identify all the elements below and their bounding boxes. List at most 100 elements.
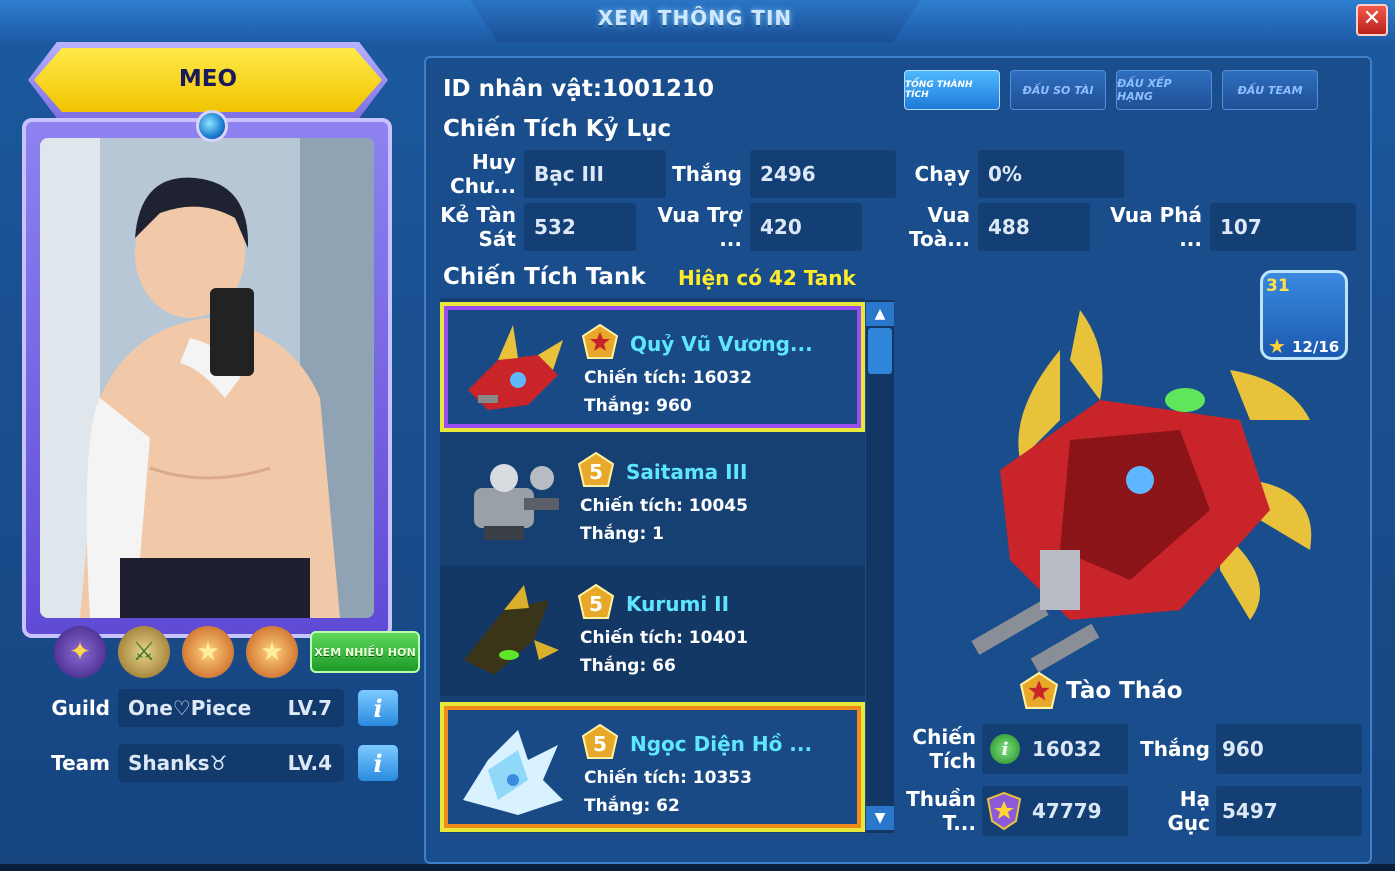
tank-stars: 12/16 [1292,338,1340,356]
tank-wins: Thắng: 62 [584,796,680,816]
stat-destroy-value: 107 [1210,203,1356,251]
medal-row: ✦ ⚔ ★ ★ XEM NHIỀU HƠN [54,626,420,678]
stat-destroy-label: Vua Phá ... [1110,203,1202,251]
tank-wins: Thắng: 1 [580,524,664,544]
team-row: Team Shanks♉ LV.4 i [40,743,398,783]
team-label: Team [51,751,110,775]
list-item[interactable]: 5 Kurumi II Chiến tích: 10401 Thắng: 66 [440,566,865,696]
list-item[interactable]: 5 Ngọc Diện Hồ ... Chiến tích: 10353 Thắ… [440,702,865,832]
purple-wing-medal-icon[interactable]: ✦ [54,626,106,678]
tank-stat-kills-label: Hạ Gục [1167,787,1210,835]
stat-support: Vua Trợ ... 420 [638,203,862,251]
tank-name: Kurumi II [626,592,730,616]
stat-medal-value: Bạc III [524,150,666,198]
tank-list[interactable]: Quỷ Vũ Vương... Chiến tích: 16032 Thắng:… [440,298,865,833]
tank-stat-mastery-box: 47779 [982,786,1128,836]
tank-thumbnail-icon [464,585,559,675]
player-name: MEO [178,66,238,92]
stat-support-value: 420 [750,203,862,251]
tank-stat-mastery: Thuần T... 47779 [866,786,1128,836]
rank-5-badge-icon: 5 [578,584,614,619]
list-item[interactable]: 5 Saitama III Chiến tích: 10045 Thắng: 1 [440,434,865,564]
stat-medal-label: Huy Chư... [450,150,516,198]
guild-label: Guild [51,696,110,720]
rank-5-badge-icon: 5 [578,452,614,487]
view-more-button[interactable]: XEM NHIỀU HƠN [310,631,420,673]
list-item[interactable]: Quỷ Vũ Vương... Chiến tích: 16032 Thắng:… [440,302,865,432]
guild-level: LV.7 [287,696,332,720]
scroll-thumb[interactable] [868,328,892,374]
window-title: XEM THÔNG TIN [597,6,793,30]
tank-stat-wins: Thắng 960 [1134,724,1362,774]
stat-destroy: Vua Phá ... 107 [1094,203,1356,251]
tank-stat-record-value: 16032 [1032,737,1102,761]
team-name: Shanks♉ [128,751,228,775]
stat-full-value: 488 [978,203,1090,251]
avatar-image [40,138,374,618]
tank-record: Chiến tích: 10401 [580,628,748,648]
selected-tank-name: Tào Tháo [1066,678,1183,704]
tank-record: Chiến tích: 10353 [584,768,752,788]
team-info-button[interactable]: i [358,745,398,781]
tank-stat-record: Chiến Tích i 16032 [866,724,1128,774]
purple-shield-icon [986,791,1022,831]
tank-stat-wins-label: Thắng [1140,737,1210,761]
scroll-up-icon[interactable]: ▲ [866,302,894,326]
stat-full-label: Vua Toà... [908,203,970,251]
team-box: Shanks♉ LV.4 [118,744,344,782]
tank-stat-mastery-label: Thuần T... [906,787,976,835]
stat-support-label: Vua Trợ ... [657,203,742,251]
tank-thumbnail-icon [468,325,563,410]
guild-name: One♡Piece [128,696,252,720]
tank-stat-kills-value: 5497 [1216,786,1362,836]
tank-count: Hiện có 42 Tank [678,266,856,290]
stat-wins: Thắng 2496 [672,150,896,198]
tank-thumbnail-icon [463,730,563,815]
tank-name: Quỷ Vũ Vương... [630,332,813,356]
tab-team[interactable]: ĐẤU TEAM [1222,70,1318,110]
stat-run: Chạy 0% [900,150,1124,198]
stat-wins-label: Thắng [672,162,742,186]
tab-ranked[interactable]: ĐẤU XẾP HẠNG [1116,70,1212,110]
tank-name: Saitama III [626,460,748,484]
tank-section-title: Chiến Tích Tank [443,264,646,290]
gold-star-rank-icon [582,324,618,359]
crossed-swords-medal-icon[interactable]: ⚔ [118,626,170,678]
star-medal-icon[interactable]: ★ [182,626,234,678]
tank-stat-mastery-value: 47779 [1032,799,1102,823]
tank-wins: Thắng: 66 [580,656,676,676]
guild-info-button[interactable]: i [358,690,398,726]
avatar [40,138,374,618]
star-icon: ★ [1268,334,1286,358]
guild-row: Guild One♡Piece LV.7 i [40,688,398,728]
svg-text:5: 5 [589,460,603,484]
tank-level: 31 [1266,276,1290,296]
bottom-strip [0,864,1395,871]
tank-thumbnail-icon [474,464,559,540]
tank-stat-wins-value: 960 [1216,724,1362,774]
character-id: ID nhân vật:1001210 [443,76,715,102]
stat-full: Vua Toà... 488 [866,203,1090,251]
tank-stat-record-label: Chiến Tích [912,725,976,773]
tank-record: Chiến tích: 16032 [584,368,752,388]
info-icon[interactable]: i [990,734,1020,764]
gem-icon [196,110,228,142]
svg-text:5: 5 [589,592,603,616]
tab-total-record[interactable]: TỔNG THÀNH TÍCH [904,70,1000,110]
tank-wins: Thắng: 960 [584,396,692,416]
stat-run-value: 0% [978,150,1124,198]
stat-medal: Huy Chư... Bạc III [404,150,666,198]
stat-slayer: Kẻ Tàn Sát 532 [400,203,636,251]
tank-stat-kills: Hạ Gục 5497 [1134,786,1362,836]
stat-slayer-value: 532 [524,203,636,251]
gold-star-rank-icon [1020,672,1058,709]
close-button[interactable]: ✕ [1356,4,1388,36]
star-medal-icon[interactable]: ★ [246,626,298,678]
stat-run-label: Chạy [914,162,970,186]
tab-bar: TỔNG THÀNH TÍCH ĐẤU SO TÀI ĐẤU XẾP HẠNG … [904,70,1318,110]
record-title: Chiến Tích Kỷ Lục [443,116,672,142]
tank-stat-record-box: i 16032 [982,724,1128,774]
guild-box: One♡Piece LV.7 [118,689,344,727]
tab-duel[interactable]: ĐẤU SO TÀI [1010,70,1106,110]
tank-name: Ngọc Diện Hồ ... [630,732,813,756]
